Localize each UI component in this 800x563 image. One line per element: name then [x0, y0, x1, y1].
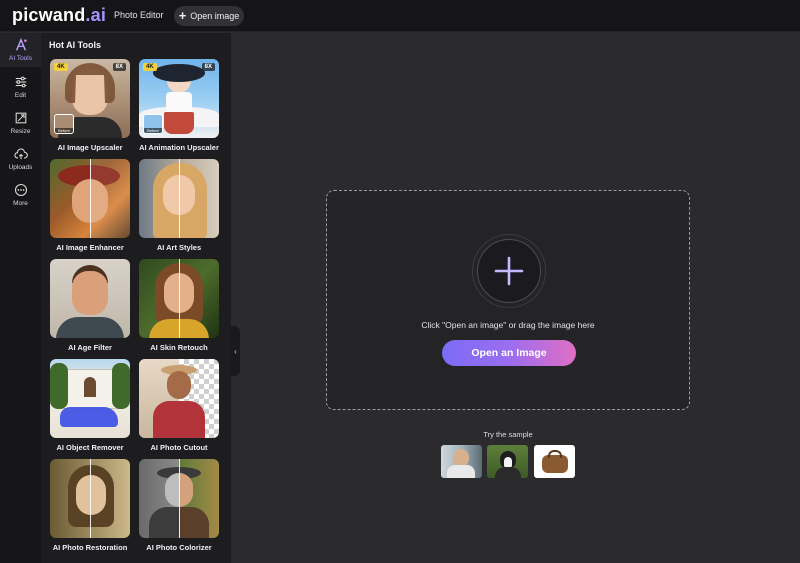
more-icon — [14, 183, 27, 197]
rail-label: Uploads — [8, 164, 33, 171]
tool-thumbnail — [139, 259, 219, 338]
logo[interactable]: picwand.ai — [12, 5, 106, 26]
quality-badge: 4K — [143, 63, 157, 71]
open-an-image-button[interactable]: Open an Image — [442, 340, 576, 366]
quality-badge: 4K — [54, 63, 68, 71]
tool-thumbnail — [139, 359, 219, 438]
nav-photo-editor[interactable]: Photo Editor — [114, 10, 164, 20]
tool-card-photo-cutout[interactable]: AI Photo Cutout — [139, 359, 219, 452]
sample-image-woman[interactable] — [441, 445, 482, 478]
before-preview: Before — [143, 114, 163, 134]
tool-card-label: AI Art Styles — [156, 243, 202, 252]
tool-card-label: AI Image Upscaler — [57, 143, 123, 152]
rail-label: More — [13, 200, 28, 207]
tool-card-label: AI Age Filter — [68, 343, 112, 352]
tool-card-image-upscaler[interactable]: 4K 8X Before AI Image Upscaler — [50, 59, 130, 152]
rail-item-more[interactable]: More — [0, 181, 41, 215]
tool-card-age-filter[interactable]: AI Age Filter — [50, 259, 130, 352]
tool-card-object-remover[interactable]: AI Object Remover — [50, 359, 130, 452]
ai-tools-panel: Hot AI Tools 4K 8X Before AI Image Upsca… — [41, 33, 231, 563]
tool-card-photo-restoration[interactable]: AI Photo Restoration — [50, 459, 130, 552]
resize-icon — [15, 112, 26, 124]
tool-thumbnail — [50, 459, 130, 538]
chevron-left-icon: ‹ — [234, 346, 237, 356]
tool-card-label: AI Image Enhancer — [56, 243, 124, 252]
tool-card-skin-retouch[interactable]: AI Skin Retouch — [139, 259, 219, 352]
plus-icon: + — [178, 8, 187, 23]
collapse-panel-handle[interactable]: ‹ — [231, 326, 240, 376]
before-preview: Before — [54, 114, 74, 134]
sample-image-dog[interactable] — [487, 445, 528, 478]
rail-label: Edit — [14, 92, 27, 99]
top-bar: picwand.ai Photo Editor + Open image — [0, 0, 800, 32]
tool-thumbnail — [50, 359, 130, 438]
sample-image-bag[interactable] — [534, 445, 575, 478]
rail-item-ai-tools[interactable]: AI Tools — [0, 36, 41, 70]
add-image-button[interactable] — [477, 239, 541, 303]
open-image-button[interactable]: + Open image — [174, 6, 244, 26]
tool-card-label: AI Photo Cutout — [150, 443, 208, 452]
sliders-icon — [15, 76, 26, 88]
tool-thumbnail — [50, 259, 130, 338]
tool-card-label: AI Animation Upscaler — [139, 143, 219, 152]
rail-item-uploads[interactable]: Uploads — [0, 145, 41, 179]
tool-card-label: AI Object Remover — [56, 443, 124, 452]
open-image-label: Open image — [190, 11, 240, 21]
ai-tools-icon — [15, 38, 27, 51]
plus-icon — [494, 256, 524, 286]
tool-card-photo-colorizer[interactable]: AI Photo Colorizer — [139, 459, 219, 552]
tool-thumbnail — [50, 159, 130, 238]
rail-label: Resize — [10, 128, 31, 135]
rail-label: AI Tools — [8, 55, 32, 62]
tool-thumbnail: 4K 8X Before — [50, 59, 130, 138]
tool-card-label: AI Photo Restoration — [52, 543, 128, 552]
tool-thumbnail: 4K 8X Before — [139, 59, 219, 138]
tool-card-label: AI Photo Colorizer — [146, 543, 212, 552]
rail-item-edit[interactable]: Edit — [0, 73, 41, 107]
cloud-upload-icon — [13, 148, 28, 160]
tool-thumbnail — [139, 159, 219, 238]
image-drop-zone[interactable]: Click "Open an image" or drag the image … — [326, 190, 690, 410]
scale-badge: 8X — [112, 63, 126, 71]
drop-hint-text: Click "Open an image" or drag the image … — [421, 320, 595, 330]
tool-card-label: AI Skin Retouch — [150, 343, 208, 352]
tool-card-art-styles[interactable]: AI Art Styles — [139, 159, 219, 252]
scale-badge: 8X — [201, 63, 215, 71]
rail-item-resize[interactable]: Resize — [0, 109, 41, 143]
tool-card-image-enhancer[interactable]: AI Image Enhancer — [50, 159, 130, 252]
tool-card-animation-upscaler[interactable]: 4K 8X Before AI Animation Upscaler — [139, 59, 219, 152]
panel-title: Hot AI Tools — [49, 40, 101, 50]
sample-title: Try the sample — [483, 430, 533, 439]
tool-thumbnail — [139, 459, 219, 538]
